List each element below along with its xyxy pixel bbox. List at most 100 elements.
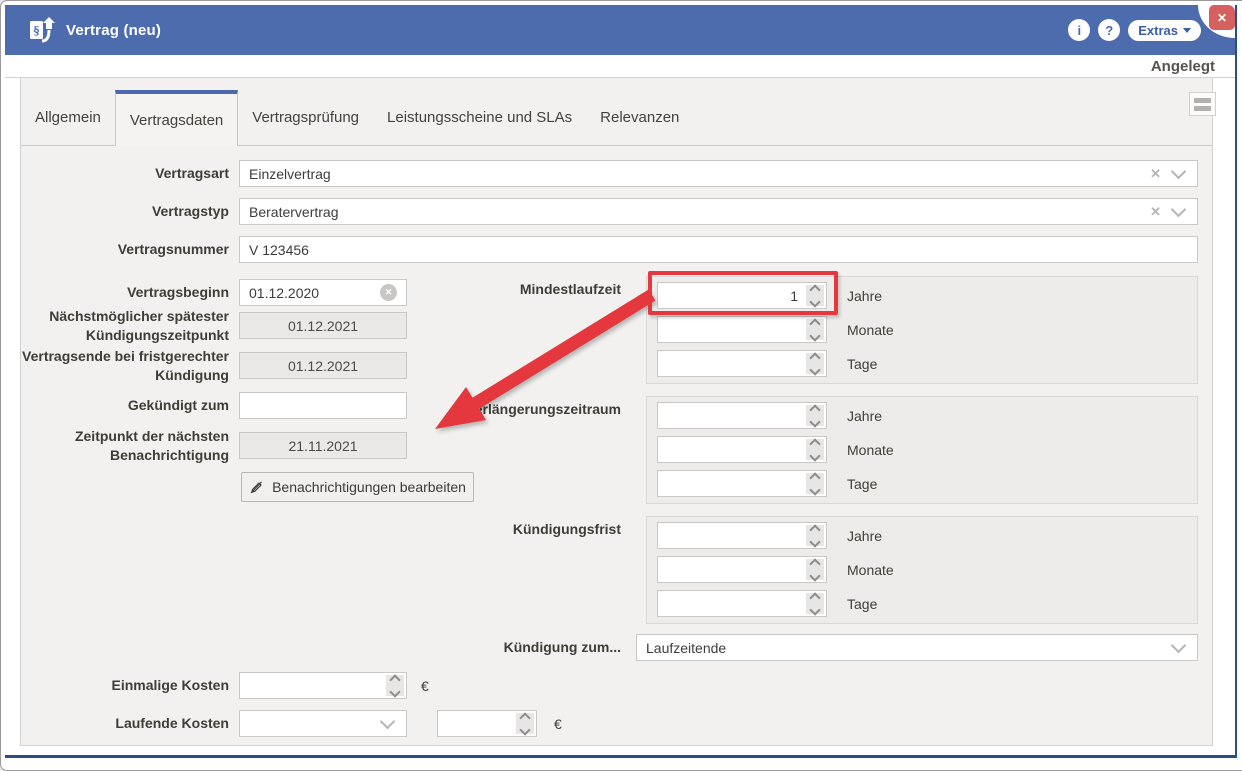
extras-button[interactable]: Extras — [1128, 20, 1201, 41]
verlaengerung-jahre-input[interactable] — [657, 402, 827, 429]
spin-down-button[interactable] — [809, 570, 820, 581]
spin-up-button[interactable] — [809, 592, 820, 603]
chevron-down-icon[interactable] — [1171, 638, 1187, 654]
gekuendigt-label: Gekündigt zum — [21, 392, 229, 419]
window-title: Vertrag (neu) — [66, 22, 161, 39]
verlaengerung-monate-input[interactable] — [657, 436, 827, 463]
status-strip: Angelegt — [5, 55, 1235, 78]
spin-down-button[interactable] — [809, 364, 820, 375]
tab-allgemein[interactable]: Allgemein — [21, 90, 115, 145]
mindestlaufzeit-tage-input[interactable] — [657, 350, 827, 377]
tab-relevanzen[interactable]: Relevanzen — [586, 90, 693, 145]
spin-up-button[interactable] — [809, 524, 820, 535]
mindestlaufzeit-monate-input[interactable] — [657, 316, 827, 343]
spin-up-button[interactable] — [389, 674, 400, 685]
zeitpunkt-label: Zeitpunkt der nächsten Benachrichtigung — [21, 425, 229, 466]
einmalige-kosten-input[interactable] — [239, 672, 407, 699]
spin-down-button[interactable] — [809, 416, 820, 427]
kuendigungsfrist-monate-input[interactable] — [657, 556, 827, 583]
verlaengerung-tage-input[interactable] — [657, 470, 827, 497]
tab-vertragspruefung[interactable]: Vertragsprüfung — [238, 90, 373, 145]
spin-down-button[interactable] — [809, 536, 820, 547]
spinner-buttons — [516, 713, 534, 734]
vertragsende-label: Vertragsende bei fristgerechter Kündigun… — [21, 345, 229, 386]
unit-label: Tage — [847, 590, 877, 617]
window-header: § Vertrag (neu) i ? Extras — [5, 5, 1235, 55]
unit-label: Tage — [847, 470, 877, 497]
vertragsbeginn-input[interactable]: 01.12.2020 ✕ — [239, 279, 407, 306]
spin-up-button[interactable] — [809, 472, 820, 483]
tab-leistungsscheine[interactable]: Leistungsscheine und SLAs — [373, 90, 586, 145]
chevron-down-icon — [1183, 28, 1191, 33]
tab-bar: Allgemein Vertragsdaten Vertragsprüfung … — [21, 90, 1212, 146]
vertragstyp-select[interactable]: Beratervertrag ✕ — [239, 198, 1198, 225]
chevron-down-icon[interactable] — [1171, 202, 1187, 218]
info-icon: i — [1077, 23, 1081, 38]
vertragsnummer-input[interactable] — [239, 236, 1198, 263]
vertragstyp-label: Vertragstyp — [21, 198, 229, 225]
content-panel: Allgemein Vertragsdaten Vertragsprüfung … — [20, 78, 1213, 746]
spinner-buttons — [806, 319, 824, 340]
clear-date-icon[interactable]: ✕ — [380, 284, 397, 301]
verlaengerung-label: Verlängerungszeitraum — [401, 396, 621, 423]
currency-label: € — [421, 672, 429, 699]
spinner-buttons — [806, 439, 824, 460]
benachrichtigungen-button[interactable]: Benachrichtigungen bearbeiten — [241, 472, 474, 502]
unit-label: Jahre — [847, 402, 882, 429]
spin-up-button[interactable] — [519, 712, 530, 723]
spinner-buttons — [806, 473, 824, 494]
gekuendigt-input[interactable] — [239, 392, 407, 419]
spin-up-button[interactable] — [809, 404, 820, 415]
unit-label: Monate — [847, 316, 894, 343]
naechstmoeglicher-label: Nächstmöglicher spätester Kündigungszeit… — [21, 305, 229, 346]
vertragsbeginn-label: Vertragsbeginn — [21, 279, 229, 306]
naechstmoeglicher-value: 01.12.2021 — [239, 312, 407, 339]
chevron-down-icon[interactable] — [1171, 164, 1187, 180]
spinner-buttons — [806, 405, 824, 426]
unit-label: Jahre — [847, 282, 882, 309]
kuendigungsfrist-tage-input[interactable] — [657, 590, 827, 617]
help-button[interactable]: ? — [1098, 19, 1120, 41]
spin-down-button[interactable] — [809, 450, 820, 461]
unit-label: Jahre — [847, 522, 882, 549]
mindestlaufzeit-label: Mindestlaufzeit — [401, 276, 621, 303]
unit-label: Tage — [847, 350, 877, 377]
spin-down-button[interactable] — [809, 484, 820, 495]
layout-toggle-icon[interactable] — [1189, 92, 1216, 116]
spinner-buttons — [806, 593, 824, 614]
spin-up-button[interactable] — [809, 438, 820, 449]
spin-up-button[interactable] — [809, 318, 820, 329]
spin-down-button[interactable] — [389, 686, 400, 697]
currency-label: € — [554, 710, 562, 737]
vertragsnummer-label: Vertragsnummer — [21, 236, 229, 263]
spin-down-button[interactable] — [809, 604, 820, 615]
svg-text:§: § — [34, 24, 40, 37]
tab-vertragsdaten[interactable]: Vertragsdaten — [115, 90, 238, 146]
spin-up-button[interactable] — [809, 352, 820, 363]
spin-down-button[interactable] — [519, 724, 530, 735]
close-button[interactable]: ✕ — [1209, 5, 1235, 30]
vertragsende-value: 01.12.2021 — [239, 352, 407, 379]
vertragsart-select[interactable]: Einzelvertrag ✕ — [239, 160, 1198, 187]
spin-down-button[interactable] — [809, 330, 820, 341]
dialog-inner: § Vertrag (neu) i ? Extras ✕ Angelegt Al… — [5, 5, 1237, 758]
kuendigungsfrist-jahre-input[interactable] — [657, 522, 827, 549]
help-icon: ? — [1105, 23, 1113, 38]
chevron-down-icon[interactable] — [380, 714, 396, 730]
unit-label: Monate — [847, 436, 894, 463]
info-button[interactable]: i — [1068, 19, 1090, 41]
spinner-buttons — [806, 353, 824, 374]
spin-up-button[interactable] — [809, 558, 820, 569]
edit-slash-icon — [249, 480, 264, 495]
laufende-kosten-select[interactable] — [239, 710, 407, 737]
contract-icon: § — [24, 13, 58, 47]
spinner-buttons — [386, 675, 404, 696]
unit-label: Monate — [847, 556, 894, 583]
kuendigung-zum-select[interactable]: Laufzeitende — [636, 634, 1198, 661]
laufende-kosten-amount-input[interactable] — [437, 710, 537, 737]
clear-icon[interactable]: ✕ — [1146, 204, 1165, 220]
spinner-buttons — [806, 559, 824, 580]
einmalige-kosten-label: Einmalige Kosten — [21, 672, 229, 699]
clear-icon[interactable]: ✕ — [1146, 166, 1165, 182]
dialog-window: § Vertrag (neu) i ? Extras ✕ Angelegt Al… — [0, 0, 1242, 771]
